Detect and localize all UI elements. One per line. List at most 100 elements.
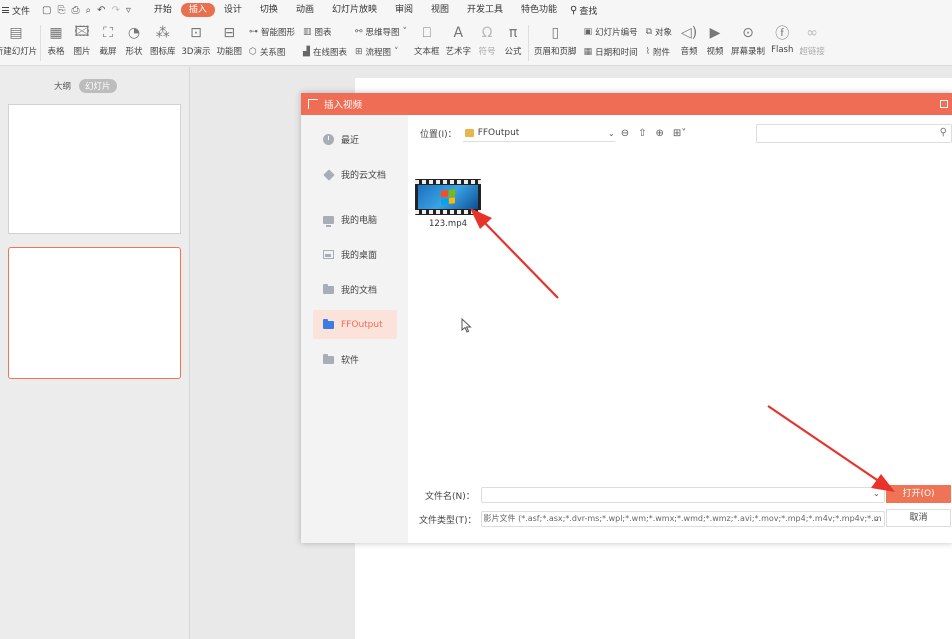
calendar-icon: ▦ [583,47,593,57]
insert-video-dialog: 插入视频 最近 我的云文档 我的电脑 我的桌面 我的文档 FFOutput 软件… [301,93,952,543]
sidebar-item-desktop[interactable]: 我的桌面 [313,240,397,269]
cloud-doc-icon [322,168,335,181]
icon-library-icon: ⁂ [155,25,170,41]
object-button[interactable]: ⧉ 对象 [646,26,672,38]
slide-number-button[interactable]: ▣ 幻灯片编号 [584,26,638,38]
tab-slides[interactable]: 幻灯片 [79,79,117,93]
tab-outline[interactable]: 大纲 [54,80,71,92]
export-pdf-icon[interactable]: ⎘ [57,5,65,16]
back-icon[interactable]: ⊖ [621,128,629,139]
maximize-icon[interactable] [940,100,948,108]
function-chart-button[interactable]: ⊟ 功能图 [213,22,245,57]
relation-chart-button[interactable]: ⬡ 关系图 [249,46,295,58]
screen-record-button[interactable]: ⊙ 屏幕录制 [728,22,768,57]
flowchart-button[interactable]: ⊞ 流程图 ˅ [355,46,407,58]
open-button[interactable]: 打开(O) [886,485,951,503]
ribbon-divider [40,25,41,61]
menu-tab-animation[interactable]: 动画 [287,3,323,17]
sidebar-item-label: 我的云文档 [341,171,387,181]
file-menu[interactable]: 文件 [0,4,38,17]
save-icon[interactable]: ▢ [42,5,51,16]
symbol-button[interactable]: Ω 符号 [474,22,500,57]
mouse-cursor-icon [461,318,472,333]
filetype-label: 文件类型(T)： [419,515,477,526]
smart-art-icon: ⊶ [249,27,258,37]
redo-icon[interactable]: ↷ [111,5,119,16]
demo-3d-button[interactable]: ⊡ 3D演示 [179,22,214,57]
attachment-button[interactable]: ⌇ 附件 [646,46,672,58]
print-preview-icon[interactable]: ⌕ [85,5,91,16]
undo-icon[interactable]: ↶ [97,5,105,16]
slide-thumbnail-selected[interactable] [8,247,181,379]
chevron-down-icon: ⌄ [872,514,880,523]
print-icon[interactable]: ⎙ [71,5,79,16]
new-folder-icon[interactable]: ⊕ [655,128,663,139]
relation-chart-icon: ⬡ [249,47,257,57]
location-dropdown[interactable]: FFOutput ⌄ [462,125,615,142]
hyperlink-button[interactable]: ∞ 超链接 [796,22,828,57]
pi-icon: π [508,25,518,41]
online-chart-button[interactable]: ▟ 在线图表 [303,46,347,58]
sidebar-item-software[interactable]: 软件 [313,345,397,374]
sidebar-item-my-documents[interactable]: 我的文档 [313,275,397,304]
hyperlink-label: 超链接 [799,47,825,57]
menu-tab-design[interactable]: 设计 [215,3,251,17]
menu-tab-developer[interactable]: 开发工具 [458,3,512,17]
mind-map-button[interactable]: ⚯ 思维导图 ˅ [355,26,407,38]
screenshot-button[interactable]: ⛶ 截屏 [95,22,121,57]
picture-icon: 🖾 [74,24,90,40]
view-mode-icon[interactable]: ⊞˅ [673,128,686,139]
wordart-button[interactable]: A 艺术字 [443,22,475,57]
slide-thumbnail[interactable] [8,104,181,234]
sidebar-item-my-computer[interactable]: 我的电脑 [313,205,397,234]
chevron-down-icon: ⌄ [873,489,880,498]
customize-chevron-icon[interactable]: ▿ [126,5,131,16]
audio-button[interactable]: ◁) 音频 [676,22,702,57]
folder-icon [323,318,334,329]
menu-tab-home[interactable]: 开始 [145,3,181,17]
panel-tabs: 大纲 幻灯片 [54,79,117,93]
icon-library-button[interactable]: ⁂ 图标库 [147,22,179,57]
chart-button[interactable]: ▥ 图表 [303,26,347,38]
shape-button[interactable]: ◔ 形状 [121,22,147,57]
formula-button[interactable]: π 公式 [500,22,526,57]
smart-art-button[interactable]: ⊶ 智能图形 [249,26,295,38]
menu-tab-review[interactable]: 审阅 [386,3,422,17]
formula-label: 公式 [504,47,522,57]
menu-tab-slideshow[interactable]: 幻灯片放映 [323,3,386,17]
datetime-button[interactable]: ▦ 日期和时间 [584,46,638,58]
table-button[interactable]: ▦ 表格 [43,22,69,57]
flash-button[interactable]: ⓕ Flash [768,22,796,55]
location-label: 位置(I)： [420,130,457,140]
up-folder-icon[interactable]: ⇧ [638,128,646,139]
menu-tab-features[interactable]: 特色功能 [512,3,566,17]
filename-input[interactable]: ⌄ [480,487,885,503]
desktop-icon [323,250,334,259]
menu-tab-transition[interactable]: 切换 [251,3,287,17]
textbox-button[interactable]: ⎕ 文本框 [411,22,443,57]
sidebar-item-ffoutput[interactable]: FFOutput [313,310,397,339]
ribbon-group-diagrams: ⚯ 思维导图 ˅ ⊞ 流程图 ˅ [351,22,411,58]
cancel-button[interactable]: 取消 [886,509,951,527]
menu-tab-insert[interactable]: 插入 [180,3,215,17]
function-chart-label: 功能图 [216,47,242,57]
folder-icon [323,353,334,364]
shape-icon: ◔ [127,25,141,41]
picture-button[interactable]: 🖾 图片 [69,22,95,57]
sidebar-item-recent[interactable]: 最近 [313,125,397,154]
video-button[interactable]: ▶ 视频 [702,22,728,57]
new-slide-button[interactable]: ▤ 新建幻灯片 [0,22,38,57]
search-command[interactable]: ⚲ 查找 [566,4,597,17]
menu-tab-view[interactable]: 视图 [422,3,458,17]
file-item[interactable]: 123.mp4 [415,179,481,229]
sidebar-item-label: 最近 [341,136,360,146]
search-icon: ⚲ [570,4,578,16]
link-icon: ∞ [806,25,818,41]
navigation-buttons: ⊖ ⇧ ⊕ ⊞˅ [621,128,687,139]
ribbon-group-charts: ▥ 图表 ▟ 在线图表 [299,22,351,58]
filetype-select[interactable]: 影片文件 (*.asf;*.asx;*.dvr-ms;*.wpl;*.wm;*.… [480,511,885,527]
search-input[interactable]: ⚲ [756,124,952,143]
ribbon-toolbar: ▤ 新建幻灯片 ▦ 表格 🖾 图片 ⛶ 截屏 ◔ 形状 ⁂ 图标库 ⊡ 3D演示… [0,20,952,66]
header-footer-button[interactable]: ▯ 页眉和页脚 [531,22,580,57]
sidebar-item-cloud-docs[interactable]: 我的云文档 [313,160,397,189]
